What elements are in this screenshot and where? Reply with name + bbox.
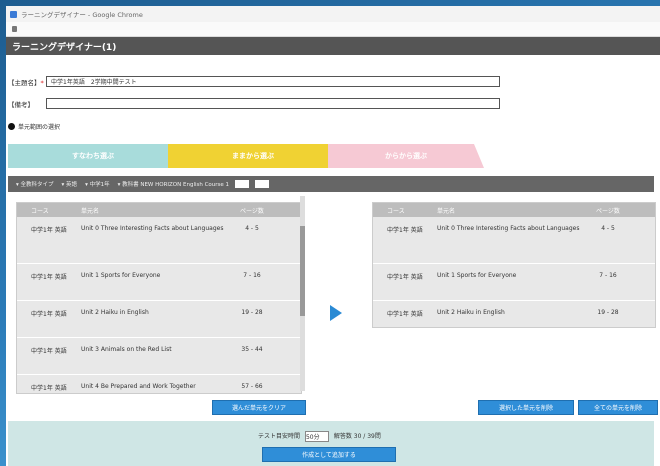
table-row[interactable]: 中学1年 英語 Unit 0 Three Interesting Facts a… xyxy=(373,217,655,264)
filter-textbook[interactable]: ▾ 教科書 NEW HORIZON English Course 1 xyxy=(118,180,229,188)
table-row[interactable]: 中学1年 英語 Unit 4 Be Prepared and Work Toge… xyxy=(17,375,301,393)
table-header: コース 単元名 ページ数 xyxy=(373,203,655,217)
remove-all-button[interactable]: 全ての単元を削除 xyxy=(578,400,658,415)
filter-bar: ▾ 全教科タイプ ▾ 英語 ▾ 中学1年 ▾ 教科書 NEW HORIZON E… xyxy=(8,176,654,192)
step-tab-1[interactable]: すなわち選ぶ xyxy=(8,144,178,168)
selected-units-table: コース 単元名 ページ数 中学1年 英語 Unit 0 Three Intere… xyxy=(372,202,656,328)
title-input[interactable]: 中学1年英語 2学期中間テスト xyxy=(46,76,500,87)
col-course: コース xyxy=(387,207,405,215)
table-row[interactable]: 中学1年 英語 Unit 1 Sports for Everyone 7 - 1… xyxy=(17,264,301,301)
col-unit: 単元名 xyxy=(81,207,100,215)
table-row[interactable]: 中学1年 英語 Unit 1 Sports for Everyone 7 - 1… xyxy=(373,264,655,301)
note-row: 【備考】 xyxy=(8,98,500,109)
add-arrow-icon[interactable] xyxy=(330,305,342,321)
table-row[interactable]: 中学1年 英語 Unit 2 Haiku in English 19 - 28 xyxy=(17,301,301,338)
remove-selected-button[interactable]: 選択した単元を削除 xyxy=(478,400,574,415)
clear-selection-button[interactable]: 選んだ単元をクリア xyxy=(212,400,306,415)
col-pages: ページ数 xyxy=(240,207,264,215)
table-header: コース 単元名 ページ数 xyxy=(17,203,301,217)
title-row: 【主題名】* 中学1年英語 2学期中間テスト xyxy=(8,76,500,87)
step-tab-2[interactable]: ままから選ぶ xyxy=(168,144,338,168)
window-titlebar: ラーニングデザイナー - Google Chrome xyxy=(6,6,660,22)
filter-subject[interactable]: ▾ 英語 xyxy=(62,180,78,188)
time-select[interactable]: 50分 xyxy=(304,431,329,442)
page-to-box[interactable] xyxy=(255,180,270,188)
note-label: 【備考】 xyxy=(8,100,34,109)
filter-type[interactable]: ▾ 全教科タイプ xyxy=(16,180,54,188)
col-pages: ページ数 xyxy=(596,207,620,215)
table-row[interactable]: 中学1年 英語 Unit 2 Haiku in English 19 - 28 xyxy=(373,301,655,327)
note-input[interactable] xyxy=(46,98,500,109)
lock-icon xyxy=(12,26,17,32)
unit-list-table: コース 単元名 ページ数 中学1年 英語 Unit 0 Three Intere… xyxy=(16,202,302,394)
table-scrollbar[interactable] xyxy=(300,196,305,391)
step-tab-3[interactable]: からから選ぶ xyxy=(328,144,484,168)
filter-grade[interactable]: ▾ 中学1年 xyxy=(85,180,110,188)
app-title: ラーニングデザイナー(1) xyxy=(12,42,117,53)
table-row[interactable]: 中学1年 英語 Unit 3 Animals on the Red List 3… xyxy=(17,338,301,375)
app-icon xyxy=(10,10,17,18)
section-bullet-icon xyxy=(8,123,15,130)
address-bar[interactable] xyxy=(6,22,660,37)
col-unit: 単元名 xyxy=(437,207,456,215)
section-title: 単元範囲の選択 xyxy=(18,124,61,131)
app-header: ラーニングデザイナー(1) xyxy=(6,37,660,55)
footer-meta: テスト目安時間 50分 解答数 30 / 39問 xyxy=(258,431,381,442)
title-label: 【主題名】* xyxy=(8,78,44,87)
create-button[interactable]: 作成として追加する xyxy=(262,447,396,462)
window-title: ラーニングデザイナー - Google Chrome xyxy=(21,11,143,19)
footer-panel: テスト目安時間 50分 解答数 30 / 39問 作成として追加する xyxy=(8,421,654,466)
page-from-box[interactable] xyxy=(235,180,250,188)
scrollbar-thumb[interactable] xyxy=(300,226,305,316)
col-course: コース xyxy=(31,207,49,215)
step-tabs: すなわち選ぶ ままから選ぶ からから選ぶ xyxy=(8,144,484,168)
section-header: 単元範囲の選択 xyxy=(8,122,60,131)
table-row[interactable]: 中学1年 英語 Unit 0 Three Interesting Facts a… xyxy=(17,217,301,264)
